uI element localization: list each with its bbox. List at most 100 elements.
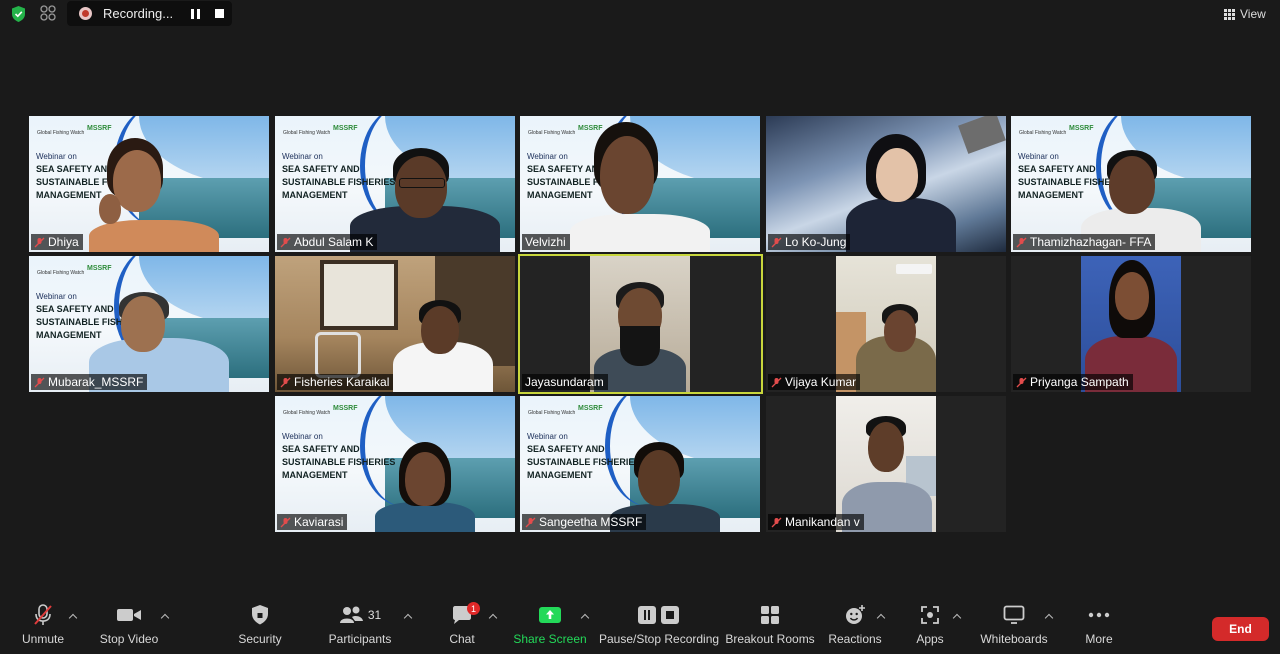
apps-icon — [921, 606, 939, 624]
mic-muted-icon — [280, 237, 291, 247]
whiteboards-label: Whiteboards — [980, 632, 1048, 646]
bg-logo-text: Global Fishing Watch — [37, 270, 85, 276]
participants-button[interactable]: 31 Participants — [328, 598, 392, 654]
view-button[interactable]: View — [1224, 5, 1266, 23]
bg-logo-text: Global Fishing Watch — [37, 130, 85, 136]
share-screen-button[interactable]: Share Screen — [513, 598, 587, 654]
reactions-button[interactable]: Reactions — [828, 598, 882, 654]
video-tile[interactable]: Fisheries Karaikal — [275, 256, 515, 392]
mic-muted-icon — [34, 604, 52, 625]
bg-logo-text: MSSRF — [1069, 125, 1094, 132]
pause-recording-icon[interactable] — [191, 9, 200, 19]
more-label: More — [1085, 632, 1113, 646]
chat-options-caret-icon[interactable] — [489, 612, 497, 620]
apps-label: Apps — [916, 632, 944, 646]
participant-nametag: Lo Ko-Jung — [768, 234, 851, 250]
chat-label: Chat — [449, 632, 475, 646]
breakout-rooms-button[interactable]: Breakout Rooms — [725, 598, 815, 654]
mic-muted-icon — [34, 377, 45, 387]
more-button[interactable]: More — [1082, 598, 1116, 654]
participant-nametag: Sangeetha MSSRF — [522, 514, 647, 530]
participants-options-caret-icon[interactable] — [404, 612, 412, 620]
recording-label: Recording... — [103, 6, 174, 21]
mic-muted-icon — [771, 377, 782, 387]
participant-nametag: Kaviarasi — [277, 514, 348, 530]
security-label: Security — [238, 632, 282, 646]
whiteboards-options-caret-icon[interactable] — [1045, 612, 1053, 620]
participant-video — [836, 256, 936, 392]
mic-muted-icon — [280, 517, 291, 527]
video-tile[interactable]: Global Fishing Watch MSSRF Webinar on SEA… — [275, 116, 515, 252]
mic-muted-icon — [1016, 377, 1027, 387]
stop-video-button[interactable]: Stop Video — [98, 598, 160, 654]
video-tile[interactable]: Global Fishing Watch MSSRF Webinar on SEA… — [29, 116, 269, 252]
stop-video-label: Stop Video — [99, 632, 159, 646]
mic-muted-icon — [1016, 237, 1027, 247]
recording-label: Pause/Stop Recording — [598, 632, 720, 646]
mic-muted-icon — [280, 377, 291, 387]
mic-muted-icon — [771, 237, 782, 247]
reactions-smiley-icon — [846, 605, 865, 624]
bg-logo-text: MSSRF — [333, 125, 358, 132]
security-shield-icon[interactable] — [10, 5, 27, 23]
participant-nametag: Abdul Salam K — [277, 234, 378, 250]
participant-name: Priyanga Sampath — [1030, 375, 1129, 389]
video-tile[interactable]: Lo Ko-Jung — [766, 116, 1006, 252]
participant-video — [1081, 256, 1181, 392]
apps-button[interactable]: Apps — [912, 598, 948, 654]
participants-label: Participants — [328, 632, 392, 646]
participant-name: Lo Ko-Jung — [785, 235, 847, 249]
whiteboards-button[interactable]: Whiteboards — [980, 598, 1048, 654]
participant-name: Jayasundaram — [525, 375, 604, 389]
pause-stop-recording-icon — [638, 606, 679, 624]
participant-nametag: Jayasundaram — [522, 374, 608, 390]
bg-title: Webinar on SEA SAFETY AND SUSTAINABLE FISH… — [527, 432, 641, 480]
breakout-rooms-icon — [761, 606, 779, 624]
participant-name: Velvizhi — [525, 235, 566, 249]
participant-nametag: Mubarak_MSSRF — [31, 374, 148, 390]
security-button[interactable]: Security — [236, 598, 284, 654]
video-tile[interactable]: Manikandan v — [766, 396, 1006, 532]
reactions-options-caret-icon[interactable] — [877, 612, 885, 620]
participant-name: Dhiya — [48, 235, 79, 249]
video-tile[interactable]: Priyanga Sampath — [1011, 256, 1251, 392]
bg-title: Webinar on SEA SAFETY AND SUSTAINABLE FISH… — [282, 432, 396, 480]
bg-logo-text: MSSRF — [333, 405, 358, 412]
recording-dot-icon — [79, 7, 92, 20]
participant-name: Fisheries Karaikal — [294, 375, 390, 389]
bg-logo-text: MSSRF — [578, 405, 603, 412]
active-speaker-tile[interactable]: Jayasundaram — [518, 254, 763, 394]
participant-nametag: Manikandan v — [768, 514, 864, 530]
participant-name: Thamizhazhagan- FFA — [1030, 235, 1152, 249]
video-tile[interactable]: Global Fishing Watch MSSRF Webinar on SEA… — [275, 396, 515, 532]
participants-icon — [339, 606, 363, 623]
mic-muted-icon — [525, 517, 536, 527]
pause-stop-recording-button[interactable]: Pause/Stop Recording — [599, 598, 719, 654]
mic-muted-icon — [771, 517, 782, 527]
bg-logo-text: Global Fishing Watch — [283, 130, 331, 136]
bg-logo-text: Global Fishing Watch — [528, 410, 576, 416]
share-options-caret-icon[interactable] — [581, 612, 589, 620]
participant-name: Abdul Salam K — [294, 235, 374, 249]
bg-logo-text: Global Fishing Watch — [528, 130, 576, 136]
unmute-button[interactable]: Unmute — [18, 598, 68, 654]
chat-button[interactable]: 1 Chat — [446, 598, 480, 654]
bg-logo-text: Global Fishing Watch — [283, 410, 331, 416]
video-tile[interactable]: Global Fishing Watch MSSRF Webinar on SEA… — [29, 256, 269, 392]
video-tile[interactable]: Vijaya Kumar — [766, 256, 1006, 392]
apps-options-caret-icon[interactable] — [953, 612, 961, 620]
video-tile[interactable]: Global Fishing Watch MSSRF Webinar on SEA… — [520, 116, 760, 252]
participant-nametag: Fisheries Karaikal — [277, 374, 394, 390]
bg-logo-text: MSSRF — [578, 125, 603, 132]
whiteboard-icon — [1003, 605, 1025, 624]
end-meeting-button[interactable]: End — [1212, 617, 1269, 641]
bg-logo-text: MSSRF — [87, 265, 112, 272]
video-tile[interactable]: Global Fishing Watch MSSRF Webinar on SEA… — [1011, 116, 1251, 252]
video-tile[interactable]: Global Fishing Watch MSSRF Webinar on SEA… — [520, 396, 760, 532]
stop-recording-icon[interactable] — [215, 9, 224, 18]
participant-nametag: Thamizhazhagan- FFA — [1013, 234, 1156, 250]
audio-options-caret-icon[interactable] — [69, 612, 77, 620]
video-options-caret-icon[interactable] — [161, 612, 169, 620]
apps-grid-icon[interactable] — [39, 4, 57, 22]
participant-name: Kaviarasi — [294, 515, 344, 529]
